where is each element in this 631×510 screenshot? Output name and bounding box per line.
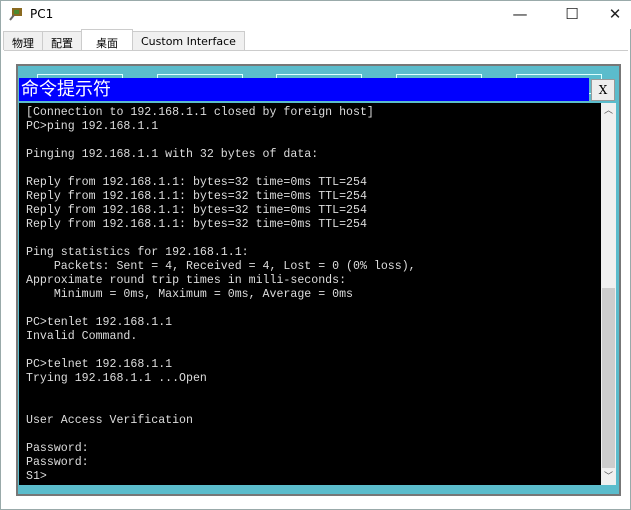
terminal-line: Ping statistics for 192.168.1.1: [26,246,249,259]
terminal-line: Password: [26,456,96,469]
command-prompt-title: 命令提示符 [19,78,589,101]
tab-physical[interactable]: 物理 [3,31,43,50]
command-prompt-close-button[interactable]: X [591,79,615,101]
close-button[interactable]: ✕ [593,3,631,25]
terminal-line: S1> [26,470,47,483]
tab-custom-interface[interactable]: Custom Interface [132,31,245,50]
terminal-line: User Access Verification [26,414,193,427]
tab-bar: 物理 配置 桌面 Custom Interface [3,29,245,50]
scroll-thumb[interactable] [602,288,615,468]
terminal-line: Pinging 192.168.1.1 with 32 bytes of dat… [26,148,319,161]
terminal-line: Packets: Sent = 4, Received = 4, Lost = … [26,260,416,273]
tab-desktop[interactable]: 桌面 [81,29,133,50]
scroll-down-icon[interactable]: ﹀ [601,469,616,485]
pc-app-icon [9,8,22,21]
terminal-line: PC>tenlet 192.168.1.1 [26,316,173,329]
tab-config[interactable]: 配置 [42,31,82,50]
terminal-scrollbar[interactable]: ︿ ﹀ [601,103,616,485]
terminal-line: Minimum = 0ms, Maximum = 0ms, Average = … [26,288,353,301]
terminal-line: Invalid Command. [26,330,138,343]
maximize-button[interactable]: ☐ [550,3,594,25]
terminal-line: Reply from 192.168.1.1: bytes=32 time=0m… [26,176,367,189]
scroll-up-icon[interactable]: ︿ [601,103,616,119]
terminal-line: Password: [26,442,96,455]
terminal-line: Reply from 192.168.1.1: bytes=32 time=0m… [26,204,367,217]
terminal-line: PC>telnet 192.168.1.1 [26,358,173,371]
terminal-line: Reply from 192.168.1.1: bytes=32 time=0m… [26,190,367,203]
terminal-line: [Connection to 192.168.1.1 closed by for… [26,106,374,119]
window-title: PC1 [30,7,54,21]
terminal-line: Trying 192.168.1.1 ...Open [26,372,207,385]
terminal-line: Approximate round trip times in milli-se… [26,274,347,287]
terminal-line: PC>ping 192.168.1.1 [26,120,159,133]
minimize-button[interactable]: — [498,3,542,25]
terminal-output[interactable]: [Connection to 192.168.1.1 closed by for… [19,103,601,485]
window-titlebar: PC1 — ☐ ✕ [1,1,631,29]
terminal-line: Reply from 192.168.1.1: bytes=32 time=0m… [26,218,367,231]
